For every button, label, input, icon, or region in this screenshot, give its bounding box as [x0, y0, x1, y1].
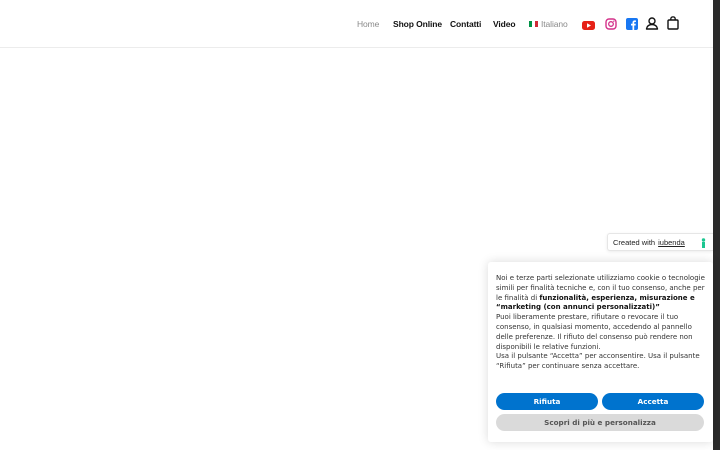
site-header: Home Shop Online Contatti Video Italiano — [0, 0, 713, 48]
nav-shop-online[interactable]: Shop Online — [393, 19, 442, 29]
italy-flag-icon — [529, 21, 538, 27]
cookie-paragraph-2: Puoi liberamente prestare, rifiutare o r… — [496, 313, 693, 351]
instagram-icon[interactable] — [605, 17, 617, 35]
shopping-bag-icon[interactable] — [667, 16, 679, 35]
youtube-icon[interactable] — [582, 18, 595, 36]
cookie-paragraph-1: Noi e terze parti selezionate utilizziam… — [496, 274, 708, 313]
nav-contatti[interactable]: Contatti — [450, 19, 481, 29]
facebook-icon[interactable] — [626, 17, 638, 35]
iubenda-logo-icon — [701, 238, 706, 250]
main-nav: Home Shop Online Contatti Video Italiano — [0, 0, 713, 48]
iubenda-badge[interactable]: Created with iubenda — [607, 233, 713, 251]
iubenda-badge-prefix: Created with — [613, 237, 656, 247]
iubenda-link[interactable]: iubenda — [658, 238, 685, 247]
cookie-paragraph-3: Usa il pulsante “Accetta” per acconsenti… — [496, 352, 700, 371]
page-scrollbar[interactable] — [713, 0, 720, 450]
cookie-banner: Noi e terze parti selezionate utilizziam… — [488, 262, 713, 442]
accept-button[interactable]: Accetta — [602, 393, 704, 410]
reject-button[interactable]: Rifiuta — [496, 393, 598, 410]
cookie-banner-text: Noi e terze parti selezionate utilizziam… — [496, 274, 708, 372]
customize-button[interactable]: Scopri di più e personalizza — [496, 414, 704, 431]
user-icon[interactable] — [645, 16, 659, 35]
language-selector[interactable]: Italiano — [529, 19, 568, 29]
language-label: Italiano — [541, 19, 568, 29]
nav-home[interactable]: Home — [357, 19, 379, 29]
nav-video[interactable]: Video — [493, 19, 516, 29]
